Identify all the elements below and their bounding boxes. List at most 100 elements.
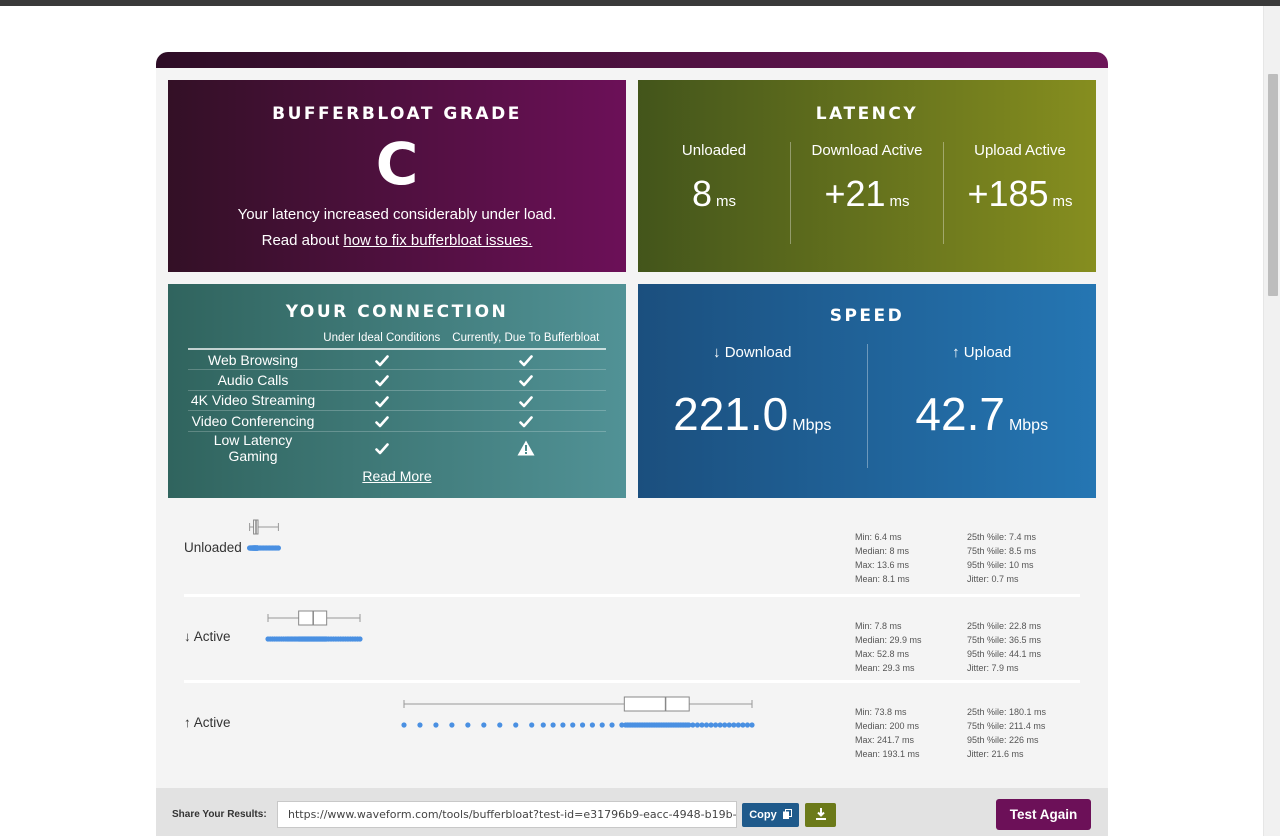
sample-dot bbox=[560, 722, 566, 728]
sample-dot bbox=[550, 722, 556, 728]
bufferbloat-grade-tile: BUFFERBLOAT GRADE C Your latency increas… bbox=[168, 80, 626, 272]
sample-dot bbox=[417, 722, 423, 728]
stats-left: Min: 7.8 ms Median: 29.9 ms Max: 52.8 ms… bbox=[855, 619, 922, 675]
ideal-status bbox=[318, 369, 446, 391]
test-again-button[interactable]: Test Again bbox=[996, 799, 1091, 830]
fix-bufferbloat-link[interactable]: how to fix bufferbloat issues. bbox=[343, 232, 532, 249]
activity-header bbox=[188, 332, 318, 350]
browser-top-bar bbox=[0, 0, 1280, 6]
read-more-link[interactable]: Read More bbox=[362, 468, 431, 484]
check-icon bbox=[518, 375, 533, 387]
sample-dot bbox=[708, 722, 714, 728]
share-bar: Share Your Results: https://www.waveform… bbox=[156, 788, 1108, 836]
stat-p75: 75th %ile: 8.5 ms bbox=[967, 546, 1037, 556]
current-status bbox=[445, 390, 606, 411]
ideal-status bbox=[318, 410, 446, 432]
stat-max: Max: 52.8 ms bbox=[855, 649, 910, 659]
latency-distributions: Unloaded Min: 6.4 ms Median: 8 ms Max: 1… bbox=[184, 508, 1080, 766]
scrollbar-thumb[interactable] bbox=[1268, 74, 1278, 296]
stats-right: 25th %ile: 22.8 ms 75th %ile: 36.5 ms 95… bbox=[967, 619, 1041, 675]
latency-upload: Upload Active +185 ms bbox=[943, 142, 1096, 244]
sample-dot bbox=[609, 722, 615, 728]
sample-dot bbox=[726, 722, 732, 728]
activity-label: 4K Video Streaming bbox=[188, 390, 318, 411]
speed-upload-label: ↑ Upload bbox=[952, 344, 1012, 361]
page-scrollbar[interactable] bbox=[1263, 6, 1280, 836]
distribution-download-active: ↓ Active Min: 7.8 ms Median: 29.9 ms Max… bbox=[184, 594, 1080, 680]
ideal-header: Under Ideal Conditions bbox=[318, 332, 446, 350]
distribution-upload-active: ↑ Active Min: 73.8 ms Median: 200 ms Max… bbox=[184, 680, 1080, 766]
sample-dot bbox=[699, 722, 705, 728]
check-icon bbox=[374, 375, 389, 387]
connection-row: Audio Calls bbox=[188, 369, 606, 391]
speed-upload-value: 42.7 bbox=[915, 388, 1005, 440]
stat-mean: Mean: 8.1 ms bbox=[855, 574, 910, 584]
check-icon bbox=[374, 395, 389, 407]
sample-dot bbox=[579, 722, 586, 728]
stat-mean: Mean: 193.1 ms bbox=[855, 749, 920, 759]
sample-dot bbox=[449, 722, 455, 728]
connection-row: Video Conferencing bbox=[188, 410, 606, 432]
upload-active-boxplot bbox=[401, 696, 755, 728]
latency-download: Download Active +21 ms bbox=[790, 142, 943, 244]
stat-p75: 75th %ile: 36.5 ms bbox=[967, 635, 1042, 645]
activity-label: Low Latency Gaming bbox=[213, 431, 293, 464]
share-url-field[interactable]: https://www.waveform.com/tools/bufferblo… bbox=[277, 801, 737, 828]
latency-download-label: Download Active bbox=[811, 142, 923, 159]
latency-tile: LATENCY Unloaded 8 ms Download Active +21… bbox=[638, 80, 1096, 272]
stat-p25: 25th %ile: 180.1 ms bbox=[967, 707, 1047, 717]
copy-label: Copy bbox=[749, 809, 777, 821]
sample-dot bbox=[717, 722, 723, 728]
copy-button[interactable]: Copy bbox=[742, 803, 799, 827]
sample-dot bbox=[599, 722, 605, 728]
speed-download-unit: Mbps bbox=[792, 417, 832, 434]
stat-jitter: Jitter: 0.7 ms bbox=[967, 574, 1019, 584]
sample-dot bbox=[401, 722, 407, 728]
check-icon bbox=[374, 354, 389, 367]
speed-title: SPEED bbox=[829, 306, 905, 326]
sample-dot bbox=[694, 722, 700, 728]
check-icon bbox=[374, 416, 389, 428]
connection-title: YOUR CONNECTION bbox=[285, 302, 509, 322]
share-label: Share Your Results: bbox=[172, 809, 267, 820]
stats-left: Min: 73.8 ms Median: 200 ms Max: 241.7 m… bbox=[855, 705, 920, 761]
stat-p25: 25th %ile: 22.8 ms bbox=[967, 621, 1042, 631]
sample-dot bbox=[690, 722, 696, 728]
sample-dots bbox=[265, 636, 363, 642]
your-connection-tile: YOUR CONNECTION Under Ideal Conditions C… bbox=[168, 284, 626, 498]
latency-title: LATENCY bbox=[815, 104, 919, 124]
stat-median: Median: 29.9 ms bbox=[855, 635, 922, 645]
speed-upload: ↑ Upload 42.7 Mbps bbox=[866, 344, 1097, 468]
latency-download-unit: ms bbox=[889, 193, 910, 210]
current-status bbox=[445, 410, 606, 432]
speed-download-value: 221.0 bbox=[673, 388, 789, 440]
download-button[interactable] bbox=[805, 803, 836, 827]
sample-dot bbox=[529, 722, 535, 728]
grade-letter: C bbox=[375, 130, 419, 198]
stat-p25: 25th %ile: 7.4 ms bbox=[967, 532, 1037, 542]
stat-mean: Mean: 29.3 ms bbox=[855, 663, 915, 673]
stat-max: Max: 13.6 ms bbox=[855, 560, 910, 570]
sample-dot bbox=[513, 722, 519, 728]
latency-unloaded-unit: ms bbox=[716, 193, 737, 210]
check-icon bbox=[518, 354, 533, 367]
stat-p95: 95th %ile: 44.1 ms bbox=[967, 649, 1042, 659]
fix-line: Read about how to fix bufferbloat issues… bbox=[168, 232, 626, 249]
sample-dot bbox=[357, 636, 363, 642]
speed-download-label: ↓ Download bbox=[713, 344, 792, 361]
speed-download: ↓ Download 221.0 Mbps bbox=[638, 344, 867, 468]
sample-dot bbox=[540, 722, 546, 728]
latency-unloaded-label: Unloaded bbox=[681, 142, 747, 159]
latency-download-value: +21 bbox=[824, 173, 886, 214]
latency-upload-value: +185 bbox=[967, 173, 1049, 214]
stats-left: Min: 6.4 ms Median: 8 ms Max: 13.6 ms Me… bbox=[855, 530, 910, 586]
distribution-unloaded: Unloaded Min: 6.4 ms Median: 8 ms Max: 1… bbox=[184, 508, 1080, 594]
ideal-status bbox=[318, 431, 446, 464]
sample-dots bbox=[247, 545, 281, 551]
unloaded-boxplot bbox=[247, 519, 281, 551]
sample-dot bbox=[497, 722, 503, 728]
sample-dot bbox=[433, 722, 439, 728]
connection-row: Low Latency Gaming bbox=[188, 431, 606, 464]
activity-label: Web Browsing bbox=[188, 349, 318, 370]
check-icon bbox=[518, 395, 533, 407]
